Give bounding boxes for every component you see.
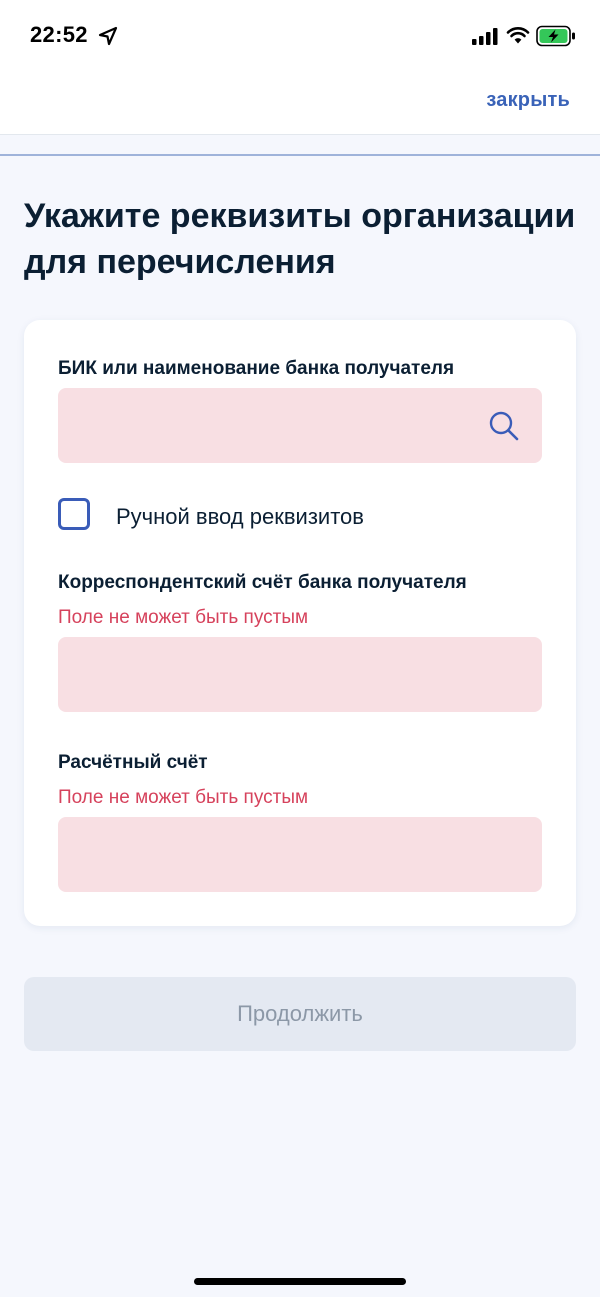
bank-search-input[interactable] [58,388,542,463]
correspondent-account-input[interactable] [58,637,542,712]
location-arrow-icon [98,26,118,46]
status-time: 22:52 [30,22,88,47]
nav-bar: закрыть [0,70,600,135]
requisites-form-card: БИК или наименование банка получателя Ру… [24,320,576,926]
bank-search-field[interactable] [58,388,542,463]
bank-field-label: БИК или наименование банка получателя [58,358,455,379]
search-icon[interactable] [488,410,520,442]
manual-entry-checkbox[interactable] [58,498,90,530]
settlement-account-error: Поле не может быть пустым [58,787,309,808]
status-bar: 22:52 [0,0,600,70]
progress-bar [0,154,600,156]
correspondent-account-field[interactable] [58,637,542,712]
settlement-account-label: Расчётный счёт [58,752,208,773]
wifi-icon [506,27,530,44]
battery-charging-icon [536,25,575,47]
settlement-account-input[interactable] [58,817,542,892]
page-title: Укажите реквизиты организации для перечи… [24,197,576,281]
close-button[interactable]: закрыть [486,89,570,112]
settlement-account-field[interactable] [58,817,542,892]
correspondent-account-error: Поле не может быть пустым [58,607,309,628]
cellular-signal-icon [472,28,498,45]
correspondent-account-label: Корреспондентский счёт банка получателя [58,572,467,593]
continue-button[interactable]: Продолжить [24,977,576,1051]
manual-entry-label[interactable]: Ручной ввод реквизитов [116,504,364,530]
home-indicator [194,1278,406,1285]
